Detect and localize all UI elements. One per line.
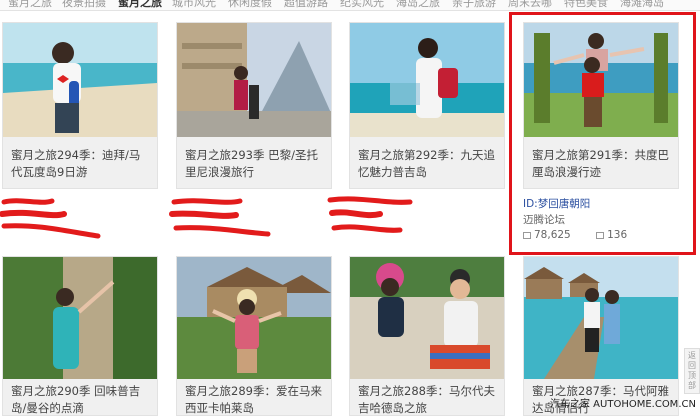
views-stat: 78,625 xyxy=(523,229,571,241)
album-photo[interactable] xyxy=(177,23,331,137)
album-card[interactable]: 蜜月之旅288季：马尔代夫吉哈德岛之旅 xyxy=(349,256,505,416)
tab-item[interactable]: 蜜月之旅 xyxy=(8,0,52,10)
album-photo[interactable] xyxy=(3,257,157,379)
tab-item[interactable]: 夜景拍摄 xyxy=(62,0,106,10)
author-link[interactable]: ID:梦回唐朝阳 xyxy=(523,196,590,211)
replies-icon xyxy=(596,232,605,239)
tab-item[interactable]: 休闲度假 xyxy=(228,0,272,10)
album-card[interactable]: 蜜月之旅293季 巴黎/圣托里尼浪漫旅行 xyxy=(176,22,332,189)
category-tab-strip: 蜜月之旅 夜景拍摄 蜜月之旅 城市风光 休闲度假 超值游路 纪实风光 海岛之旅 … xyxy=(0,0,700,11)
tab-item[interactable]: 海岛之旅 xyxy=(396,0,440,10)
album-card[interactable]: 蜜月之旅290季 回味普吉岛/曼谷的点滴 xyxy=(2,256,158,416)
tab-item[interactable]: 纪实风光 xyxy=(340,0,384,10)
tab-item[interactable]: 城市风光 xyxy=(172,0,216,10)
views-icon xyxy=(523,232,531,239)
redaction-scribble xyxy=(0,196,413,239)
album-title[interactable]: 蜜月之旅288季：马尔代夫吉哈德岛之旅 xyxy=(358,383,498,417)
back-to-top-button[interactable]: 返回顶部 xyxy=(684,348,700,394)
album-photo[interactable] xyxy=(350,257,504,379)
album-title[interactable]: 蜜月之旅293季 巴黎/圣托里尼浪漫旅行 xyxy=(185,147,325,181)
album-card[interactable]: 蜜月之旅第292季：九天追忆魅力普吉岛 xyxy=(349,22,505,189)
forum-link[interactable]: 迈腾论坛 xyxy=(523,212,565,227)
album-title[interactable]: 蜜月之旅294季：迪拜/马代瓦度岛9日游 xyxy=(11,147,151,181)
replies-count: 136 xyxy=(607,229,628,241)
replies-stat: 136 xyxy=(596,229,627,241)
album-card[interactable]: 蜜月之旅287季：马代阿雅达岛情侣行 xyxy=(523,256,679,416)
stats-row: 78,625 136 xyxy=(523,229,627,241)
tab-item-active[interactable]: 蜜月之旅 xyxy=(118,0,162,10)
tab-item[interactable]: 超值游路 xyxy=(284,0,328,10)
tab-item[interactable]: 特色美食 xyxy=(564,0,608,10)
album-title[interactable]: 蜜月之旅290季 回味普吉岛/曼谷的点滴 xyxy=(11,383,151,417)
album-photo[interactable] xyxy=(3,23,157,137)
tab-item[interactable]: 周末去哪 xyxy=(508,0,552,10)
album-photo[interactable] xyxy=(524,257,678,379)
album-title[interactable]: 蜜月之旅289季：爱在马来西亚卡帕莱岛 xyxy=(185,383,325,417)
album-photo[interactable] xyxy=(177,257,331,379)
views-count: 78,625 xyxy=(534,229,571,241)
site-watermark: 汽车之家 AUTOHOME.COM.CN xyxy=(550,399,696,410)
album-photo[interactable] xyxy=(350,23,504,137)
album-card[interactable]: 蜜月之旅289季：爱在马来西亚卡帕莱岛 xyxy=(176,256,332,416)
album-title[interactable]: 蜜月之旅第292季：九天追忆魅力普吉岛 xyxy=(358,147,498,181)
tab-item[interactable]: 海滩海岛 xyxy=(620,0,664,10)
tab-item[interactable]: 亲子旅游 xyxy=(452,0,496,10)
album-card[interactable]: 蜜月之旅294季：迪拜/马代瓦度岛9日游 xyxy=(2,22,158,189)
